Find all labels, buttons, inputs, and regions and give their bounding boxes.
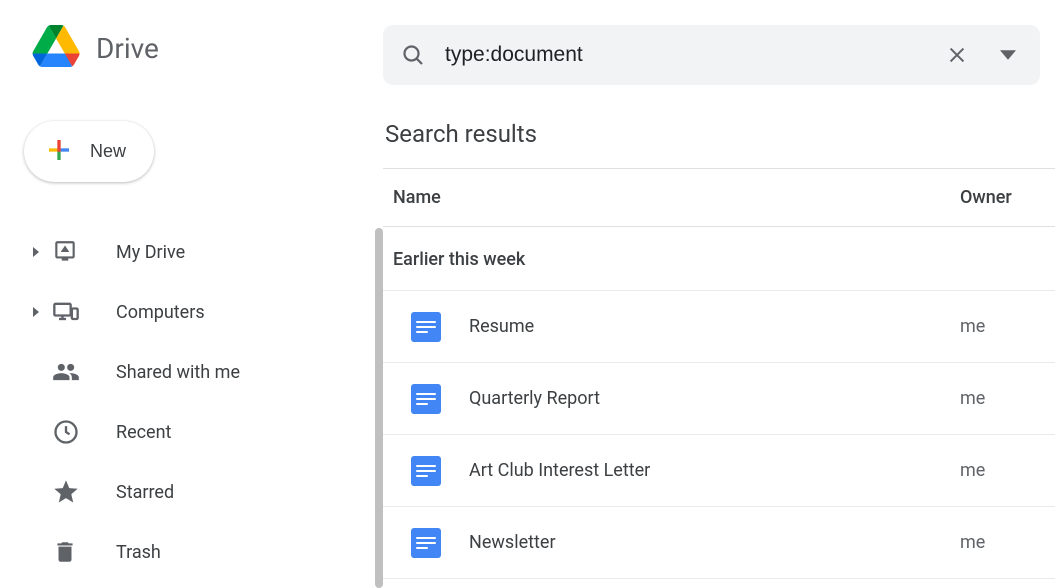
columns-header: Name Owner: [383, 169, 1055, 227]
file-row[interactable]: Resume me: [383, 291, 1055, 363]
clear-search-icon[interactable]: [940, 38, 974, 72]
column-owner-header[interactable]: Owner: [960, 187, 1055, 208]
brand-logo-area[interactable]: Drive: [20, 25, 375, 71]
search-options-dropdown-icon[interactable]: [994, 41, 1022, 69]
file-name: Art Club Interest Letter: [469, 460, 960, 481]
expand-caret-icon[interactable]: [20, 247, 52, 257]
page-title: Search results: [383, 85, 1055, 169]
starred-icon: [52, 478, 92, 506]
sidebar-item-label: Starred: [116, 482, 174, 503]
sidebar-item-label: Trash: [116, 542, 161, 563]
my-drive-icon: [52, 239, 92, 265]
search-bar: [383, 25, 1040, 85]
sidebar: Drive New My Drive: [0, 0, 375, 585]
sidebar-item-label: My Drive: [116, 242, 185, 263]
shared-icon: [52, 358, 92, 386]
sidebar-item-starred[interactable]: Starred: [20, 462, 375, 522]
computers-icon: [52, 298, 92, 326]
scrollbar[interactable]: [375, 228, 383, 588]
file-owner: me: [960, 532, 1055, 553]
expand-caret-icon[interactable]: [20, 307, 52, 317]
file-name: Resume: [469, 316, 960, 337]
sidebar-item-my-drive[interactable]: My Drive: [20, 222, 375, 282]
file-owner: me: [960, 460, 1055, 481]
recent-icon: [52, 418, 92, 446]
nav-list: My Drive Computers Shared with me: [20, 222, 375, 582]
new-button[interactable]: New: [24, 121, 154, 182]
search-icon[interactable]: [401, 43, 425, 67]
group-header: Earlier this week: [383, 227, 1055, 291]
docs-icon: [411, 312, 441, 342]
drive-logo-icon: [32, 25, 80, 71]
new-button-label: New: [90, 141, 126, 162]
file-row[interactable]: Quarterly Report me: [383, 363, 1055, 435]
file-owner: me: [960, 316, 1055, 337]
column-name-header[interactable]: Name: [393, 187, 960, 208]
sidebar-item-label: Computers: [116, 302, 205, 323]
docs-icon: [411, 528, 441, 558]
docs-icon: [411, 456, 441, 486]
sidebar-item-computers[interactable]: Computers: [20, 282, 375, 342]
file-row[interactable]: Newsletter me: [383, 507, 1055, 579]
file-owner: me: [960, 388, 1055, 409]
main-area: Search results Name Owner Earlier this w…: [375, 0, 1055, 585]
sidebar-item-recent[interactable]: Recent: [20, 402, 375, 462]
trash-icon: [52, 539, 92, 565]
sidebar-item-label: Recent: [116, 422, 171, 443]
sidebar-item-trash[interactable]: Trash: [20, 522, 375, 582]
brand-name: Drive: [96, 32, 159, 65]
file-name: Quarterly Report: [469, 388, 960, 409]
sidebar-item-label: Shared with me: [116, 362, 240, 383]
docs-icon: [411, 384, 441, 414]
plus-icon: [44, 135, 74, 168]
file-row[interactable]: Art Club Interest Letter me: [383, 435, 1055, 507]
search-input[interactable]: [445, 43, 920, 67]
file-name: Newsletter: [469, 532, 960, 553]
sidebar-item-shared-with-me[interactable]: Shared with me: [20, 342, 375, 402]
